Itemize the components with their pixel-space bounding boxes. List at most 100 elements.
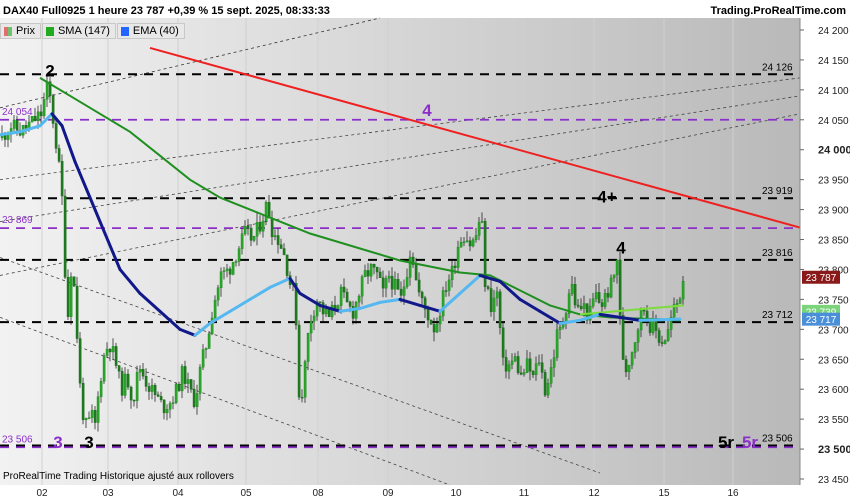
candle-body [552,357,556,368]
y-tick-label: 23 950 [818,176,849,187]
candle-body [81,383,85,421]
candle-body [372,264,376,268]
candle-body [117,365,121,372]
level-label: 23 506 [762,433,793,444]
x-tick-label: 04 [172,488,184,499]
candle-body [384,278,388,289]
candle-body [321,302,325,315]
y-tick-label: 23 700 [818,325,849,336]
candle-body [51,95,55,124]
candle-body [99,381,103,397]
candle-body [543,372,547,396]
candle-body [60,161,64,197]
candle-body [147,386,151,392]
candle-body [225,268,229,271]
price-chart[interactable]: 2 3 3 4 4+ 4 5r 5r 23 450 23 500 23 550 23 600 23 65… [0,0,850,500]
candle-body [513,356,517,362]
candle-body [282,248,286,256]
y-tick-label: 23 750 [818,295,849,306]
candle-body [393,278,397,290]
sma-swatch-icon [45,26,54,36]
level-label: 24 126 [762,62,793,73]
candle-body [192,388,196,407]
chart-container: 2 3 3 4 4+ 4 5r 5r 23 450 23 500 23 550 23 600 23 65… [0,0,850,500]
legend-item-sma[interactable]: SMA (147) [41,23,116,39]
ema-swatch-icon [120,26,129,36]
candle-body [486,286,490,289]
ema-40-segment [658,317,682,322]
candle-body [549,367,553,384]
candle-body [129,386,133,401]
candle-body [24,125,28,129]
candle-body [171,402,175,404]
candle-body [528,358,532,372]
candle-body [123,373,127,396]
wave-label: 4+ [597,187,616,206]
candle-body [417,279,421,293]
candle-body [270,217,274,238]
candle-body [537,362,541,364]
candle-body [42,99,46,117]
candle-body [450,265,454,281]
price-tag-label: 23 717 [806,315,837,326]
price-tag-label: 23 787 [806,273,837,284]
y-tick-label: 23 500 [818,444,850,456]
candle-body [87,417,91,419]
candle-body [606,293,610,298]
candle-body [309,321,313,334]
candle-body [177,384,181,392]
candle-body [522,372,526,375]
candle-body [45,81,49,100]
candle-body [219,271,223,288]
candle-body [498,291,502,328]
candle-body [273,235,277,238]
legend-item-ema[interactable]: EMA (40) [116,23,185,39]
candle-body [501,327,505,358]
y-tick-label: 24 050 [818,116,849,127]
wave-label: 5r [718,433,734,452]
candle-body [6,134,10,140]
ema-40-segment [638,318,662,322]
candle-body [546,383,550,396]
x-tick-label: 02 [36,488,48,499]
candle-body [12,119,16,129]
wave-label: 5r [742,433,758,452]
candle-body [447,279,451,291]
candle-body [189,379,193,390]
x-tick-label: 08 [312,488,324,499]
candle-body [414,264,418,281]
candle-body [150,384,154,392]
wave-label: 2 [45,62,54,81]
candle-body [156,394,160,397]
legend-item-prix[interactable]: Prix [0,23,41,39]
candle-body [249,227,253,241]
candle-body [183,366,187,384]
candle-body [66,277,70,317]
candle-body [387,275,391,279]
candle-body [342,286,346,293]
candle-body [597,292,601,303]
x-tick-label: 05 [240,488,252,499]
candle-body [579,306,583,309]
candle-body [621,315,625,360]
candle-body [114,346,118,366]
y-tick-label: 24 100 [818,86,849,97]
candle-body [375,266,379,273]
candle-body [39,111,43,117]
candle-body [444,290,448,292]
candle-body [612,274,616,279]
legend-label: EMA (40) [132,25,179,37]
candle-body [510,360,514,365]
candle-body [507,364,511,372]
candle-body [228,268,232,275]
y-tick-label: 24 150 [818,56,849,67]
candle-body [138,369,142,373]
candle-body [675,303,679,305]
candle-body [231,261,235,275]
candle-body [402,286,406,296]
candle-body [681,281,685,300]
candle-body [465,240,469,242]
candle-body [120,370,124,396]
candle-body [135,372,139,401]
candle-body [432,324,436,333]
